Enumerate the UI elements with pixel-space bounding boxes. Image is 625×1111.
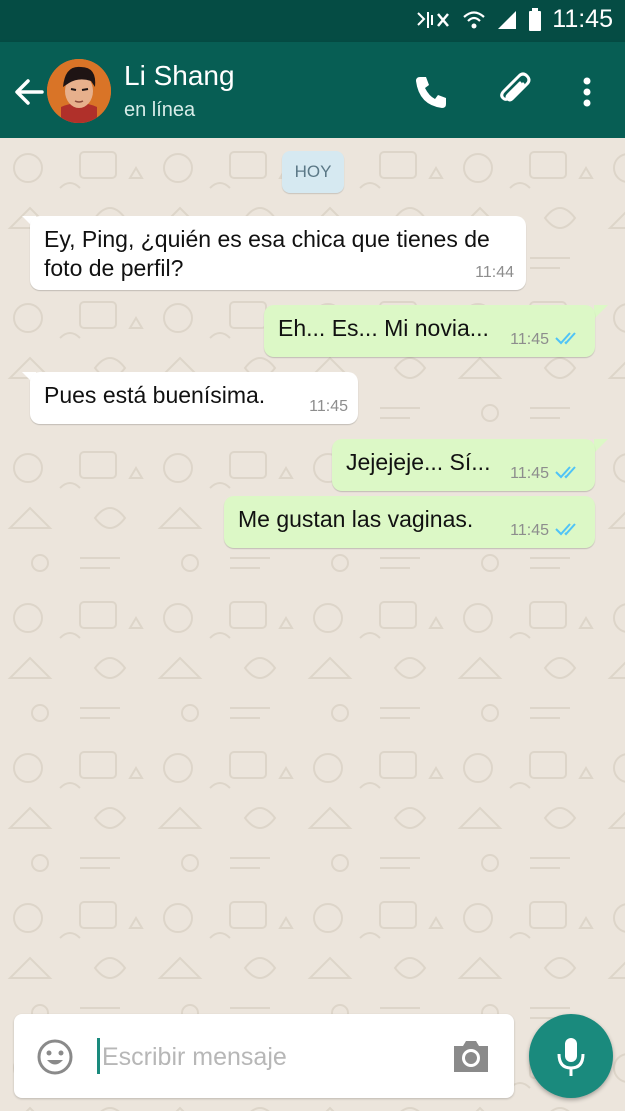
avatar[interactable] (47, 59, 111, 123)
message-text: Pues está buenísima. (44, 382, 266, 408)
read-receipt-icon (555, 523, 576, 536)
status-icons: 11:45 (416, 5, 613, 34)
chat-header: Li Shang en línea (0, 42, 625, 138)
status-bar: 11:45 (0, 0, 625, 42)
bubble-tail (594, 305, 608, 319)
message-time: 11:45 (510, 522, 549, 539)
status-time: 11:45 (552, 5, 613, 33)
message-outgoing[interactable]: Eh... Es... Mi novia... 11:45 (264, 305, 595, 357)
voice-record-button[interactable] (529, 1014, 613, 1098)
signal-icon (498, 10, 517, 29)
bubble-tail (594, 439, 608, 453)
battery-icon (529, 7, 542, 31)
message-incoming[interactable]: Ey, Ping, ¿quién es esa chica que tienes… (30, 216, 526, 290)
more-vert-icon[interactable] (572, 72, 602, 112)
chat-area[interactable]: HOY Ey, Ping, ¿quién es esa chica que ti… (0, 138, 625, 1111)
message-text: Jejejeje... Sí... (346, 449, 491, 475)
avatar-image (47, 59, 111, 123)
mic-icon (557, 1038, 585, 1076)
read-receipt-icon (555, 332, 576, 345)
message-text: Eh... Es... Mi novia... (278, 315, 489, 341)
message-time: 11:45 (309, 398, 348, 415)
date-chip: HOY (282, 151, 344, 193)
mute-icon (417, 11, 450, 28)
message-composer (14, 1014, 514, 1098)
call-icon[interactable] (411, 72, 451, 112)
attach-icon[interactable] (493, 68, 537, 112)
contact-status: en línea (124, 99, 196, 121)
message-text: Ey, Ping, ¿quién es esa chica que tienes… (44, 226, 490, 281)
wifi-icon (463, 10, 486, 28)
message-time: 11:45 (510, 465, 549, 482)
contact-name[interactable]: Li Shang (124, 60, 235, 92)
camera-icon[interactable] (450, 1036, 492, 1076)
message-time: 11:44 (475, 264, 514, 281)
read-receipt-icon (555, 466, 576, 479)
message-incoming[interactable]: Pues está buenísima. 11:45 (30, 372, 358, 424)
message-outgoing[interactable]: Me gustan las vaginas. 11:45 (224, 496, 595, 548)
message-outgoing[interactable]: Jejejeje... Sí... 11:45 (332, 439, 595, 491)
message-time: 11:45 (510, 331, 549, 348)
back-arrow-icon[interactable] (10, 72, 50, 112)
message-text: Me gustan las vaginas. (238, 506, 474, 532)
message-input[interactable] (100, 1034, 434, 1080)
emoji-icon[interactable] (36, 1038, 74, 1076)
